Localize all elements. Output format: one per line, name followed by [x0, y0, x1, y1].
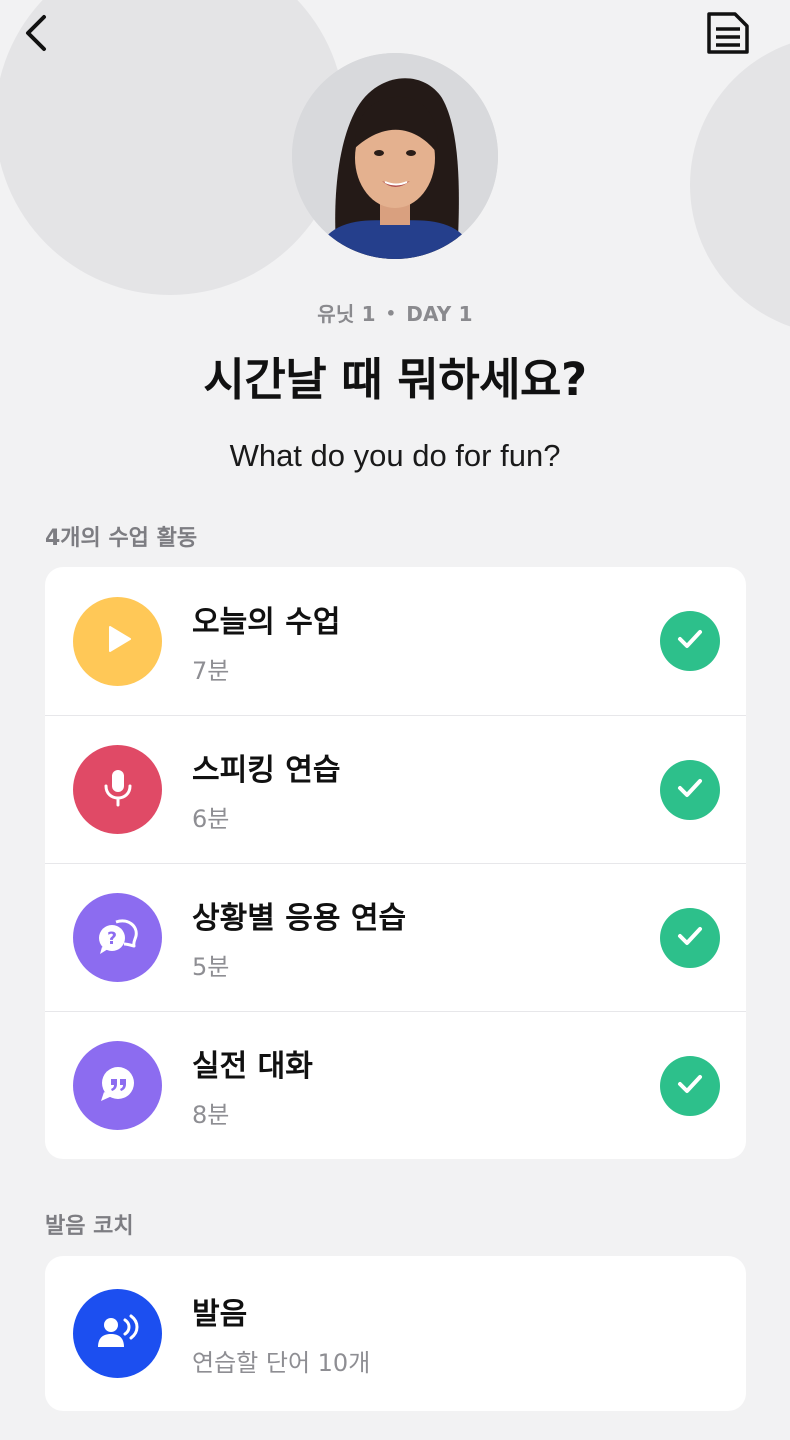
microphone-icon: [101, 768, 135, 812]
background-circle: [690, 35, 790, 335]
lesson-screen: 유닛 1 • DAY 1 시간날 때 뭐하세요? What do you do fo…: [0, 0, 790, 1440]
checkmark-icon: [675, 921, 705, 955]
chevron-left-icon: [22, 13, 50, 57]
activity-icon-circle: [73, 596, 162, 686]
day-label: DAY 1: [406, 302, 473, 326]
activity-row-speaking[interactable]: 스피킹 연습 6분: [45, 715, 746, 863]
activity-duration: 7분: [192, 656, 230, 685]
activity-icon-circle: [73, 745, 162, 834]
activity-row-situational[interactable]: ? 상황별 응용 연습 5분: [45, 863, 746, 1011]
back-button[interactable]: [8, 10, 64, 60]
speaking-person-icon: [96, 1313, 140, 1355]
activities-section-label: 4개의 수업 활동: [45, 526, 198, 551]
activity-title: 스피킹 연습: [192, 753, 341, 788]
activity-duration: 5분: [192, 953, 230, 981]
question-bubbles-icon: ?: [96, 916, 140, 960]
tutor-avatar: [292, 53, 498, 259]
activity-icon-circle: [73, 1041, 162, 1130]
activity-title: 상황별 응용 연습: [192, 901, 407, 936]
separator-dot: •: [385, 304, 397, 323]
pronunciation-section-label: 발음 코치: [45, 1214, 134, 1239]
pronunciation-subtitle: 연습할 단어 10개: [192, 1349, 371, 1377]
unit-day-label: 유닛 1 • DAY 1: [0, 298, 790, 327]
activity-duration: 8분: [192, 1101, 230, 1129]
activities-card: 오늘의 수업 7분 스피킹 연습 6분 ? 상황별 응용 연습 5분 실전 대화…: [45, 567, 746, 1159]
activity-title: 오늘의 수업: [192, 604, 341, 640]
checkmark-icon: [675, 773, 705, 807]
checkmark-icon: [675, 624, 705, 658]
lesson-title: 시간날 때 뭐하세요?: [203, 353, 587, 406]
activity-title: 실전 대화: [192, 1049, 313, 1084]
checkmark-icon: [675, 1069, 705, 1103]
pronunciation-title: 발음: [192, 1297, 248, 1332]
completed-check: [660, 611, 720, 671]
activity-row-conversation[interactable]: 실전 대화 8분: [45, 1011, 746, 1159]
lesson-subtitle: What do you do for fun?: [229, 438, 561, 473]
pronunciation-icon-circle: [73, 1289, 162, 1378]
activity-row-lesson[interactable]: 오늘의 수업 7분: [45, 567, 746, 715]
lesson-header: 유닛 1 • DAY 1 시간날 때 뭐하세요? What do you do fo…: [0, 298, 790, 474]
activity-icon-circle: ?: [73, 893, 162, 982]
quote-bubble-icon: [97, 1064, 139, 1108]
play-icon: [101, 622, 135, 660]
completed-check: [660, 759, 720, 820]
activity-duration: 6분: [192, 805, 230, 833]
notes-button[interactable]: [700, 10, 756, 60]
pronunciation-card: 발음 연습할 단어 10개: [45, 1256, 746, 1411]
document-icon: [705, 10, 751, 60]
unit-label: 유닛 1: [317, 302, 376, 326]
svg-text:?: ?: [107, 929, 117, 949]
completed-check: [660, 907, 720, 968]
completed-check: [660, 1055, 720, 1116]
pronunciation-row[interactable]: 발음 연습할 단어 10개: [45, 1256, 746, 1411]
